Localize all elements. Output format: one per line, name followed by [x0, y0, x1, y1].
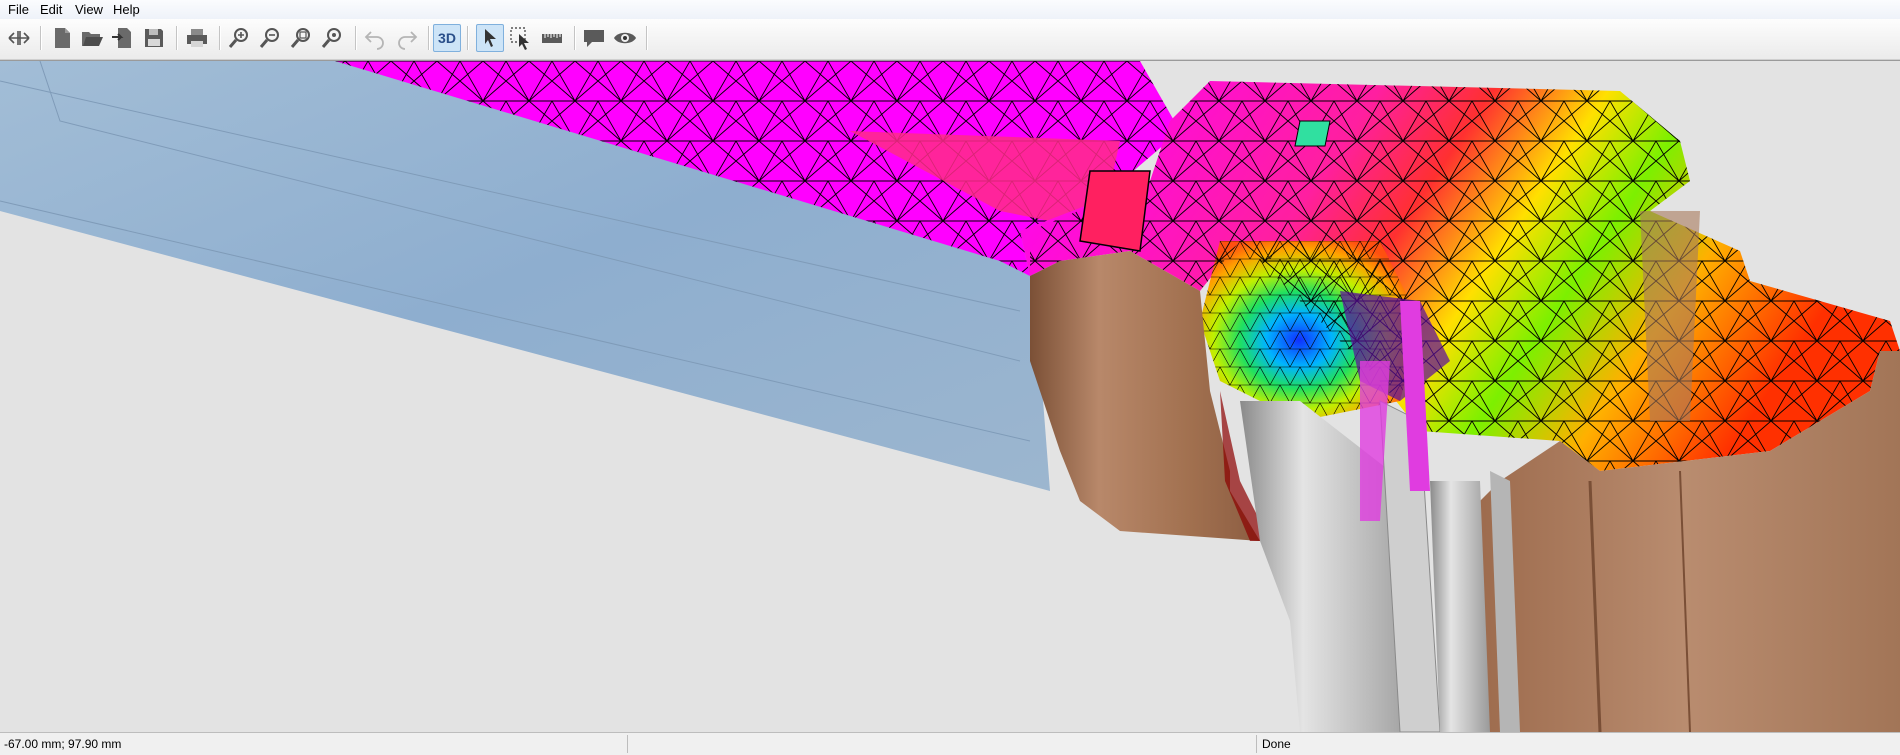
folder-open-icon: [82, 32, 103, 46]
fit-width-button[interactable]: [5, 24, 33, 52]
new-file-icon: [55, 28, 70, 48]
toolbar-separator: [219, 26, 221, 50]
new-file-button[interactable]: [48, 24, 76, 52]
toolbar-separator: [428, 26, 430, 50]
redo-button[interactable]: [393, 24, 421, 52]
undo-icon: [364, 31, 384, 50]
select-region-button[interactable]: [507, 24, 535, 52]
save-icon: [145, 29, 163, 47]
zoom-out-button[interactable]: [256, 24, 284, 52]
menu-bar: File Edit View Help: [0, 0, 1900, 20]
toolbar-separator: [646, 26, 648, 50]
visibility-button[interactable]: [611, 24, 639, 52]
select-cursor-icon: [485, 29, 496, 47]
zoom-out-icon: [259, 28, 279, 48]
status-divider: [1256, 735, 1257, 753]
toolbar-separator: [467, 26, 469, 50]
status-bar: -67.00 mm; 97.90 mm Done: [0, 732, 1900, 755]
zoom-fit-icon: [290, 28, 310, 48]
open-file-button[interactable]: [78, 24, 106, 52]
toolbar: 3D: [0, 19, 1900, 60]
menu-help[interactable]: Help: [111, 2, 142, 17]
printer-icon: [187, 29, 207, 47]
3d-view-toggle[interactable]: 3D: [433, 24, 461, 52]
cursor-coordinates: -67.00 mm; 97.90 mm: [4, 737, 122, 751]
toolbar-separator: [176, 26, 178, 50]
toolbar-separator: [40, 26, 42, 50]
model-render: [0, 61, 1900, 732]
select-tool-button[interactable]: [476, 24, 504, 52]
save-button[interactable]: [140, 24, 168, 52]
zoom-in-icon: [228, 28, 248, 48]
toolbar-separator: [574, 26, 576, 50]
menu-file[interactable]: File: [6, 2, 31, 17]
print-button[interactable]: [183, 24, 211, 52]
toolbar-separator: [355, 26, 357, 50]
zoom-fit-button[interactable]: [287, 24, 315, 52]
3d-viewport[interactable]: [0, 60, 1900, 732]
status-divider: [627, 735, 628, 753]
redo-icon: [398, 31, 418, 50]
undo-button[interactable]: [361, 24, 389, 52]
menu-view[interactable]: View: [73, 2, 105, 17]
eye-icon: [614, 32, 636, 44]
zoom-window-icon: [321, 28, 341, 48]
measure-button[interactable]: [538, 24, 566, 52]
zoom-window-button[interactable]: [318, 24, 346, 52]
import-icon: [112, 28, 131, 48]
import-button[interactable]: [108, 24, 136, 52]
comment-button[interactable]: [580, 24, 608, 52]
ruler-icon: [542, 34, 562, 43]
select-region-icon: [510, 27, 529, 50]
comment-icon: [584, 30, 604, 47]
fit-width-icon: [8, 31, 30, 45]
status-text: Done: [1262, 737, 1291, 751]
menu-edit[interactable]: Edit: [38, 2, 64, 17]
zoom-in-button[interactable]: [225, 24, 253, 52]
